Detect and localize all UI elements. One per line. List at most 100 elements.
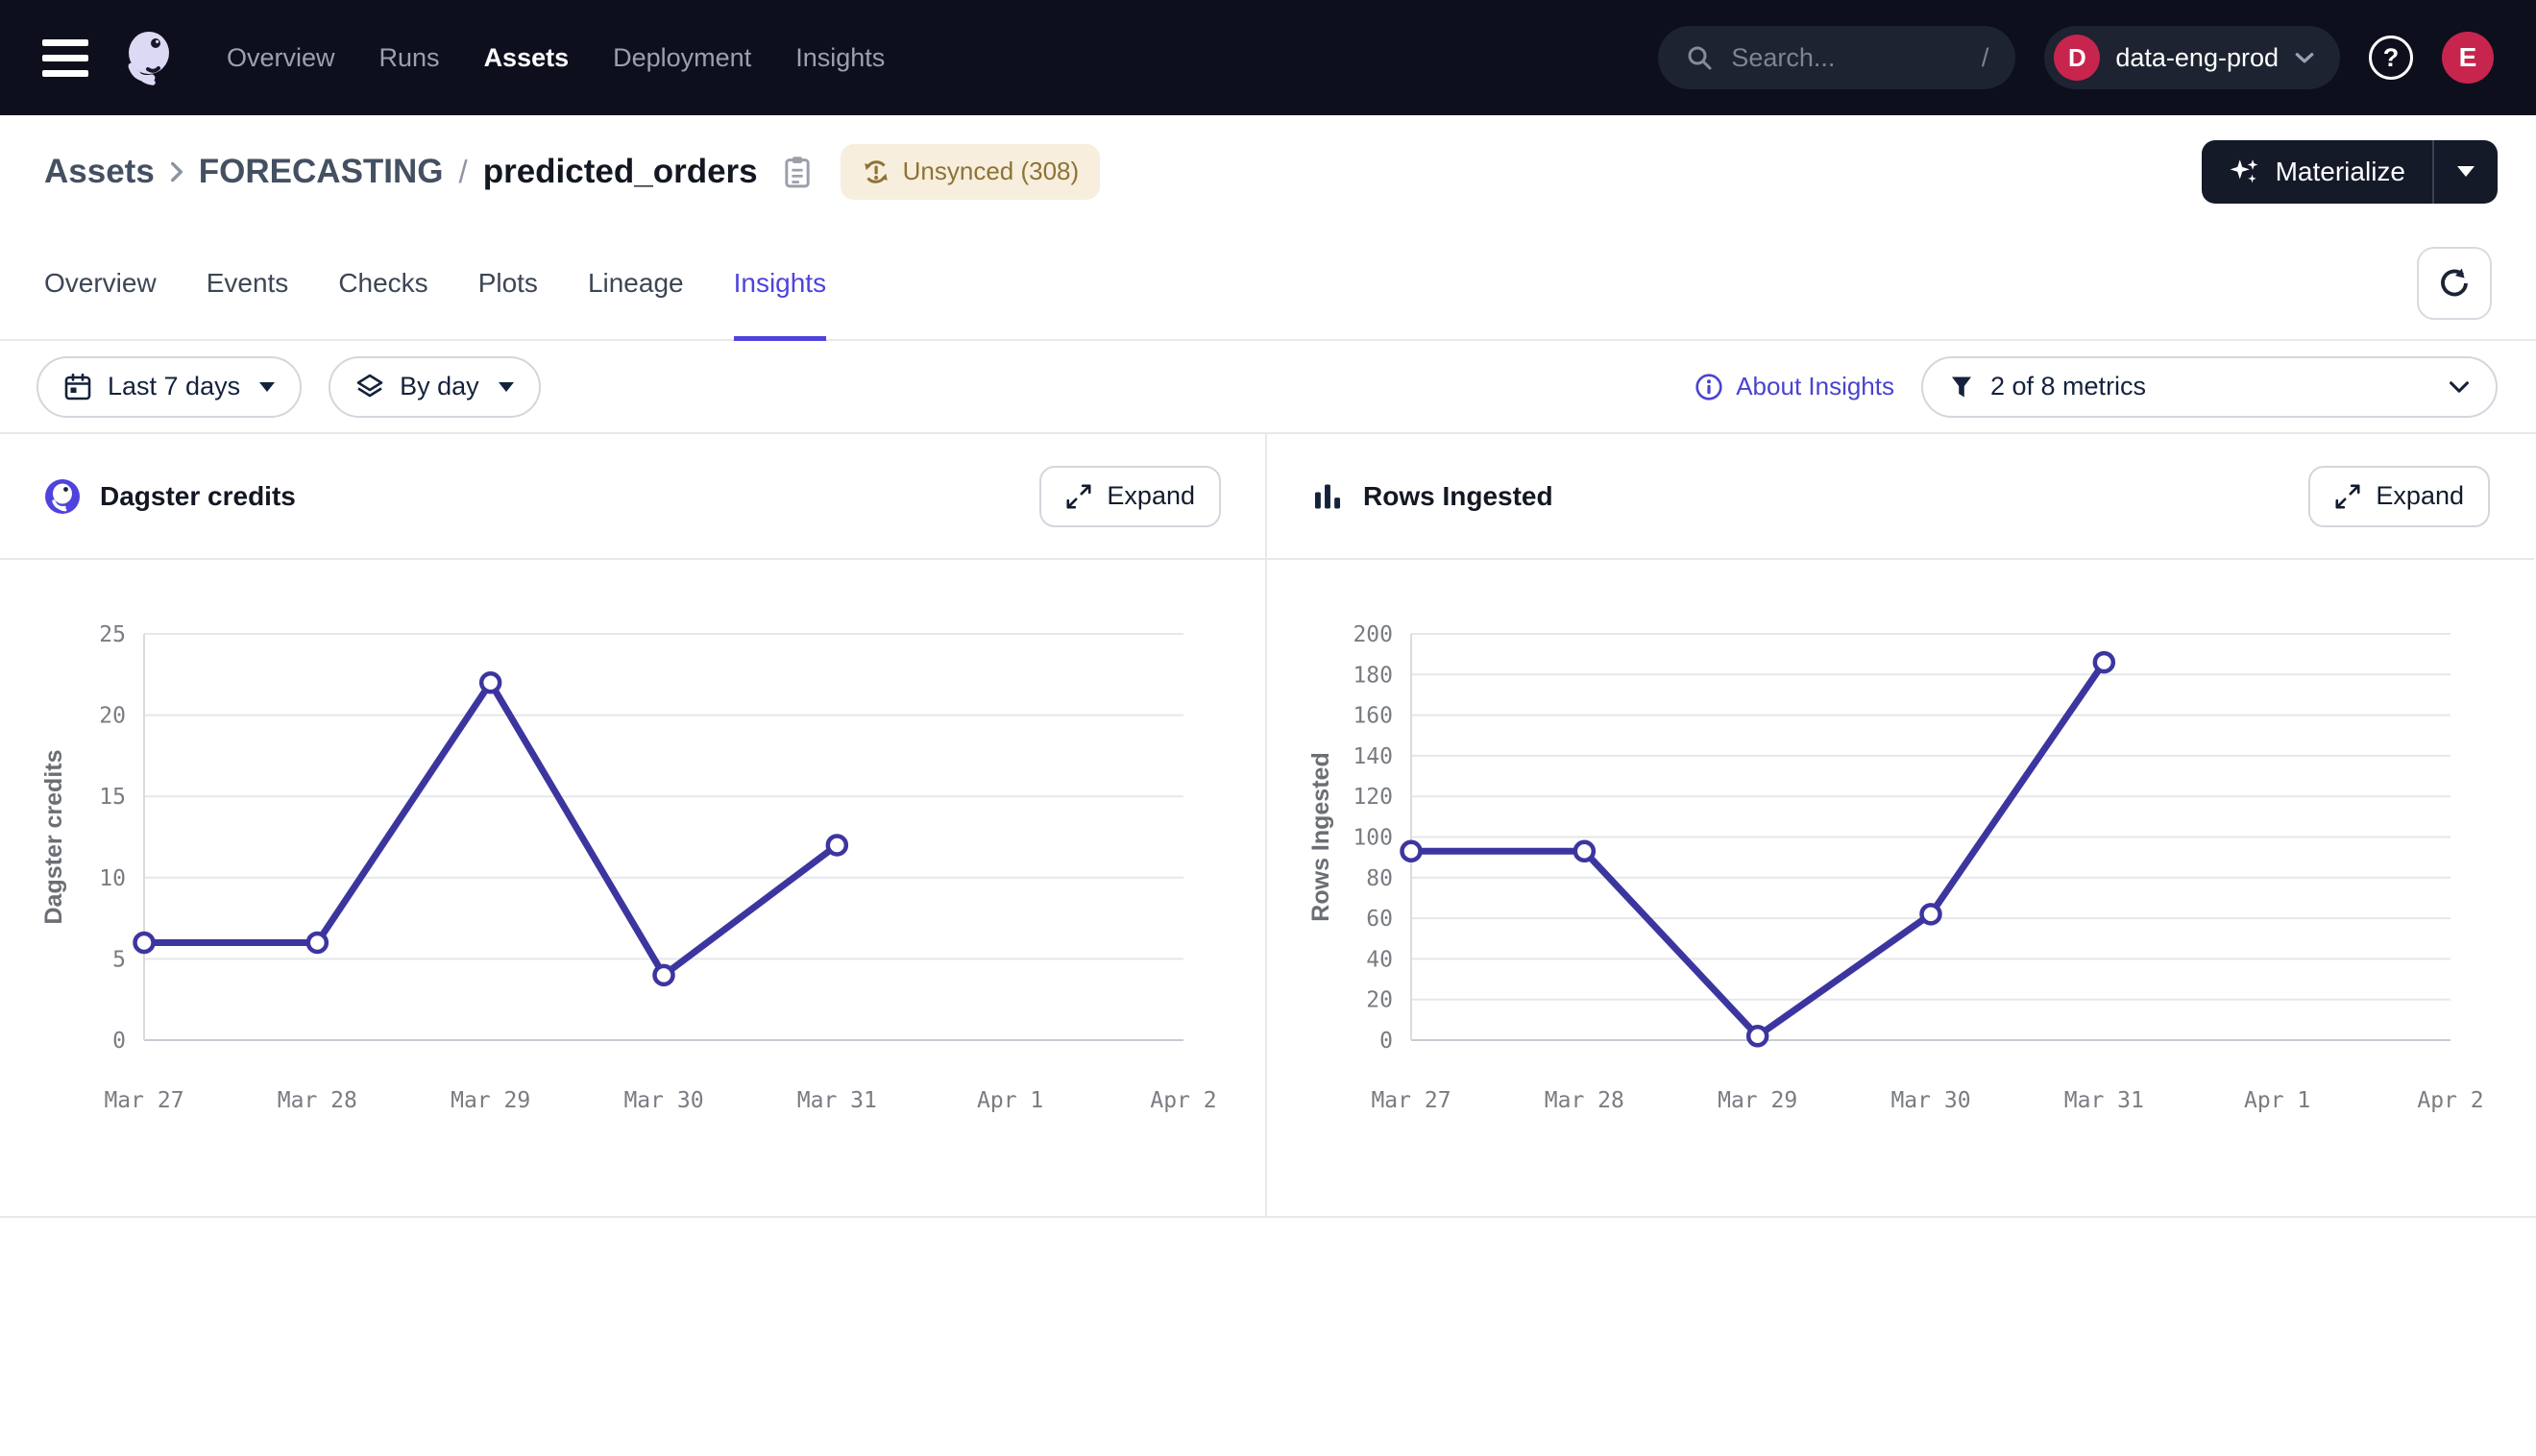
y-tick-label: 15 <box>99 785 126 810</box>
y-tick-label: 20 <box>1366 988 1393 1013</box>
y-tick-label: 20 <box>99 704 126 729</box>
y-tick-label: 10 <box>99 866 126 891</box>
data-point[interactable] <box>2095 653 2113 671</box>
help-button[interactable]: ? <box>2369 36 2413 80</box>
y-tick-label: 0 <box>1379 1029 1393 1054</box>
data-point[interactable] <box>481 673 500 692</box>
x-tick-label: Mar 28 <box>1545 1088 1624 1113</box>
asset-header-row: Assets FORECASTING / predicted_orders <box>0 115 2536 228</box>
expand-icon <box>1065 483 1092 510</box>
x-tick-label: Mar 28 <box>278 1088 357 1113</box>
granularity-filter[interactable]: By day <box>329 356 541 418</box>
search-icon <box>1685 43 1714 72</box>
chart-title: Rows Ingested <box>1363 481 1553 512</box>
expand-button[interactable]: Expand <box>2308 466 2490 527</box>
dagster-credits-line-chart: 0 5 10 15 20 25 Mar 27 Mar 28 Mar 29 Mar 30 Mar 31… <box>0 560 1265 1216</box>
data-point[interactable] <box>308 934 327 952</box>
data-point[interactable] <box>828 836 846 854</box>
y-tick-label: 5 <box>112 947 126 972</box>
question-mark-icon: ? <box>2383 43 2400 73</box>
y-tick-label: 200 <box>1353 622 1393 647</box>
tab-events[interactable]: Events <box>207 228 289 339</box>
x-tick-label: Mar 31 <box>797 1088 877 1113</box>
tab-checks[interactable]: Checks <box>338 228 427 339</box>
dagster-credits-card: Dagster credits Expand 0 5 10 15 20 25 Mar 27 M… <box>0 434 1267 1216</box>
expand-label: Expand <box>2376 481 2464 511</box>
materialize-dropdown-button[interactable] <box>2434 140 2498 204</box>
sparkles-icon <box>2229 157 2259 187</box>
y-tick-label: 160 <box>1353 704 1393 729</box>
x-tick-label: Mar 27 <box>1371 1088 1451 1113</box>
status-badge-label: Unsynced (308) <box>903 157 1080 186</box>
nav-overview[interactable]: Overview <box>227 43 335 73</box>
data-point[interactable] <box>655 966 673 984</box>
materialize-split-button: Materialize <box>2202 140 2498 204</box>
dagster-logo-icon[interactable] <box>119 29 177 86</box>
chevron-down-icon <box>2294 51 2315 64</box>
insights-charts: Dagster credits Expand 0 5 10 15 20 25 Mar 27 M… <box>0 432 2536 1218</box>
materialize-button[interactable]: Materialize <box>2202 140 2432 204</box>
asset-name: predicted_orders <box>483 153 758 191</box>
tab-insights[interactable]: Insights <box>734 228 827 339</box>
x-tick-label: Mar 29 <box>1718 1088 1797 1113</box>
rows-ingested-header: Rows Ingested Expand <box>1267 434 2534 560</box>
tab-plots[interactable]: Plots <box>478 228 538 339</box>
nav-insights[interactable]: Insights <box>795 43 885 73</box>
sync-alert-icon <box>862 158 890 186</box>
dagster-mini-logo-icon <box>44 478 81 515</box>
about-insights-link[interactable]: About Insights <box>1695 372 1894 401</box>
dagster-credits-chart-area: 0 5 10 15 20 25 Mar 27 Mar 28 Mar 29 Mar 30 Mar 31… <box>0 560 1265 1216</box>
x-tick-label: Mar 29 <box>451 1088 530 1113</box>
navbar-right: Search... / D data-eng-prod ? E <box>1658 26 2494 89</box>
dagster-credits-header: Dagster credits Expand <box>0 434 1265 560</box>
top-navbar: Overview Runs Assets Deployment Insights… <box>0 0 2536 115</box>
nav-deployment[interactable]: Deployment <box>613 43 751 73</box>
nav-runs[interactable]: Runs <box>379 43 440 73</box>
x-tick-label: Mar 27 <box>104 1088 183 1113</box>
y-tick-label: 25 <box>99 622 126 647</box>
tab-overview[interactable]: Overview <box>44 228 157 339</box>
y-axis-title: Rows Ingested <box>1307 752 1334 921</box>
info-icon <box>1695 373 1723 401</box>
primary-nav: Overview Runs Assets Deployment Insights <box>227 43 885 73</box>
caret-down-icon <box>259 382 275 392</box>
y-tick-label: 0 <box>112 1029 126 1054</box>
asset-tabs: Overview Events Checks Plots Lineage Ins… <box>0 228 2536 341</box>
y-tick-label: 40 <box>1366 947 1393 972</box>
data-point[interactable] <box>1922 905 1940 923</box>
breadcrumb-separator: / <box>459 154 468 190</box>
search-input[interactable]: Search... / <box>1658 26 2015 89</box>
x-tick-label: Apr 1 <box>977 1088 1043 1113</box>
about-insights-label: About Insights <box>1736 372 1894 401</box>
caret-down-icon <box>499 382 514 392</box>
materialize-label: Materialize <box>2276 157 2405 187</box>
y-tick-label: 60 <box>1366 907 1393 932</box>
x-tick-label: Mar 30 <box>623 1088 703 1113</box>
nav-assets[interactable]: Assets <box>484 43 570 73</box>
breadcrumb-assets-link[interactable]: Assets <box>44 153 155 191</box>
rows-ingested-card: Rows Ingested Expand 0204060801001201401… <box>1267 434 2534 1216</box>
org-switcher[interactable]: D data-eng-prod <box>2044 26 2340 89</box>
rows-ingested-line-chart: 020406080100120140160180200Mar 27Mar 28M… <box>1267 560 2532 1216</box>
status-badge[interactable]: Unsynced (308) <box>841 144 1101 200</box>
org-avatar: D <box>2054 35 2100 81</box>
tab-lineage[interactable]: Lineage <box>588 228 684 339</box>
copy-asset-name-button[interactable] <box>783 155 812 189</box>
data-point[interactable] <box>135 934 154 952</box>
metrics-select[interactable]: 2 of 8 metrics <box>1921 356 2498 418</box>
y-tick-label: 80 <box>1366 866 1393 891</box>
chevron-down-icon <box>2448 379 2471 395</box>
x-tick-label: Apr 2 <box>1150 1088 1216 1113</box>
rows-ingested-chart-area: 020406080100120140160180200Mar 27Mar 28M… <box>1267 560 2534 1216</box>
date-range-filter[interactable]: Last 7 days <box>37 356 302 418</box>
refresh-button[interactable] <box>2417 247 2492 320</box>
granularity-label: By day <box>400 372 479 401</box>
menu-icon[interactable] <box>42 39 88 77</box>
data-point[interactable] <box>1575 842 1594 861</box>
data-point[interactable] <box>1748 1027 1767 1045</box>
expand-button[interactable]: Expand <box>1039 466 1221 527</box>
breadcrumb-group-link[interactable]: FORECASTING <box>199 153 444 191</box>
y-tick-label: 140 <box>1353 744 1393 769</box>
data-point[interactable] <box>1402 842 1421 861</box>
user-avatar[interactable]: E <box>2442 32 2494 84</box>
